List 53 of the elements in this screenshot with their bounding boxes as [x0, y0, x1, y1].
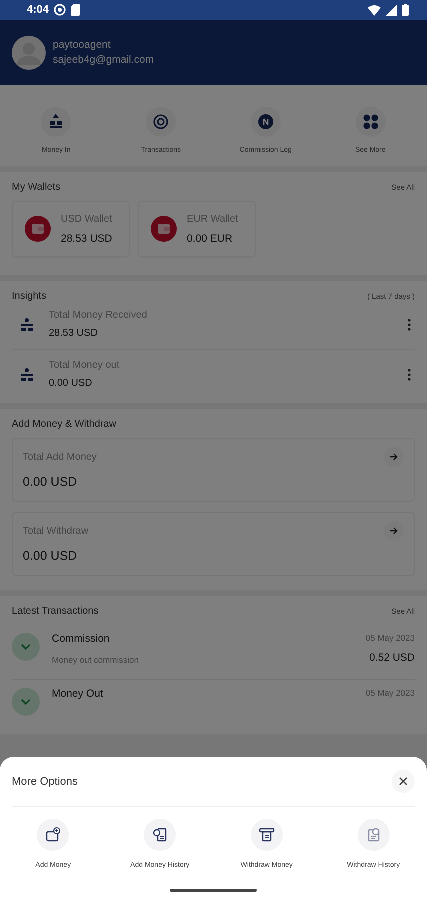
total-label: Total Add Money: [23, 452, 97, 462]
money-flow-icon: [20, 368, 34, 382]
transaction-row[interactable]: Commission Money out commission 05 May 2023 0.52 USD: [12, 625, 415, 679]
transaction-title: Commission: [52, 633, 111, 645]
transaction-amount: 0.52 USD: [369, 652, 415, 664]
arrow-right-icon[interactable]: [384, 521, 404, 541]
sim-card-icon: [71, 4, 80, 16]
wallet-card[interactable]: EUR Wallet 0.00 EUR: [138, 201, 256, 257]
section-title: My Wallets: [12, 182, 61, 193]
battery-icon: [402, 4, 409, 16]
wallet-name: EUR Wallet: [187, 214, 238, 224]
total-label: Total Withdraw: [23, 526, 89, 536]
transaction-title: Money Out: [52, 688, 104, 700]
atm-icon: [258, 827, 275, 843]
section-title: Latest Transactions: [12, 606, 99, 617]
total-amount: 0.00 USD: [23, 475, 78, 489]
transaction-row[interactable]: Money Out 05 May 2023: [12, 679, 415, 730]
wallet-card[interactable]: USD Wallet 28.53 USD: [12, 201, 130, 257]
insight-label: Total Money Received: [49, 310, 148, 321]
avatar[interactable]: [12, 36, 46, 70]
close-icon[interactable]: [392, 770, 415, 793]
wallet-icon: [25, 216, 51, 242]
transactions-icon: [153, 114, 170, 130]
sheet-title: More Options: [12, 776, 78, 788]
section-title: Add Money & Withdraw: [12, 419, 116, 430]
wallet-balance: 0.00 EUR: [187, 232, 234, 244]
wallet-icon: [151, 216, 177, 242]
money-flow-icon: [20, 318, 34, 332]
user-name: paytooagent: [53, 39, 112, 51]
insight-amount: 0.00 USD: [49, 378, 94, 389]
total-amount: 0.00 USD: [23, 549, 78, 563]
notification-icon: [54, 4, 66, 16]
grid-icon: [362, 114, 379, 130]
arrow-right-icon[interactable]: [384, 447, 404, 467]
history-document-icon: [366, 827, 382, 843]
wallet-name: USD Wallet: [61, 214, 112, 224]
section-title: Insights: [12, 291, 46, 302]
arrow-down-icon: [12, 633, 40, 661]
wallet-plus-icon: [45, 827, 62, 843]
clock: 4:04: [27, 4, 50, 16]
money-in-icon: [48, 114, 64, 130]
transaction-description: Money out commission: [52, 655, 140, 665]
signal-icon: [386, 4, 397, 16]
insight-amount: 28.53 USD: [49, 328, 99, 339]
transaction-date: 05 May 2023: [366, 688, 415, 698]
document-icon: [152, 827, 168, 843]
insight-label: Total Money out: [49, 360, 121, 371]
transaction-date: 05 May 2023: [366, 633, 415, 643]
arrow-down-icon: [12, 688, 40, 716]
user-email: sajeeb4g@gmail.com: [53, 54, 154, 66]
wallet-balance: 28.53 USD: [61, 232, 112, 244]
wifi-icon: [368, 4, 381, 16]
commission-icon: [258, 114, 274, 130]
